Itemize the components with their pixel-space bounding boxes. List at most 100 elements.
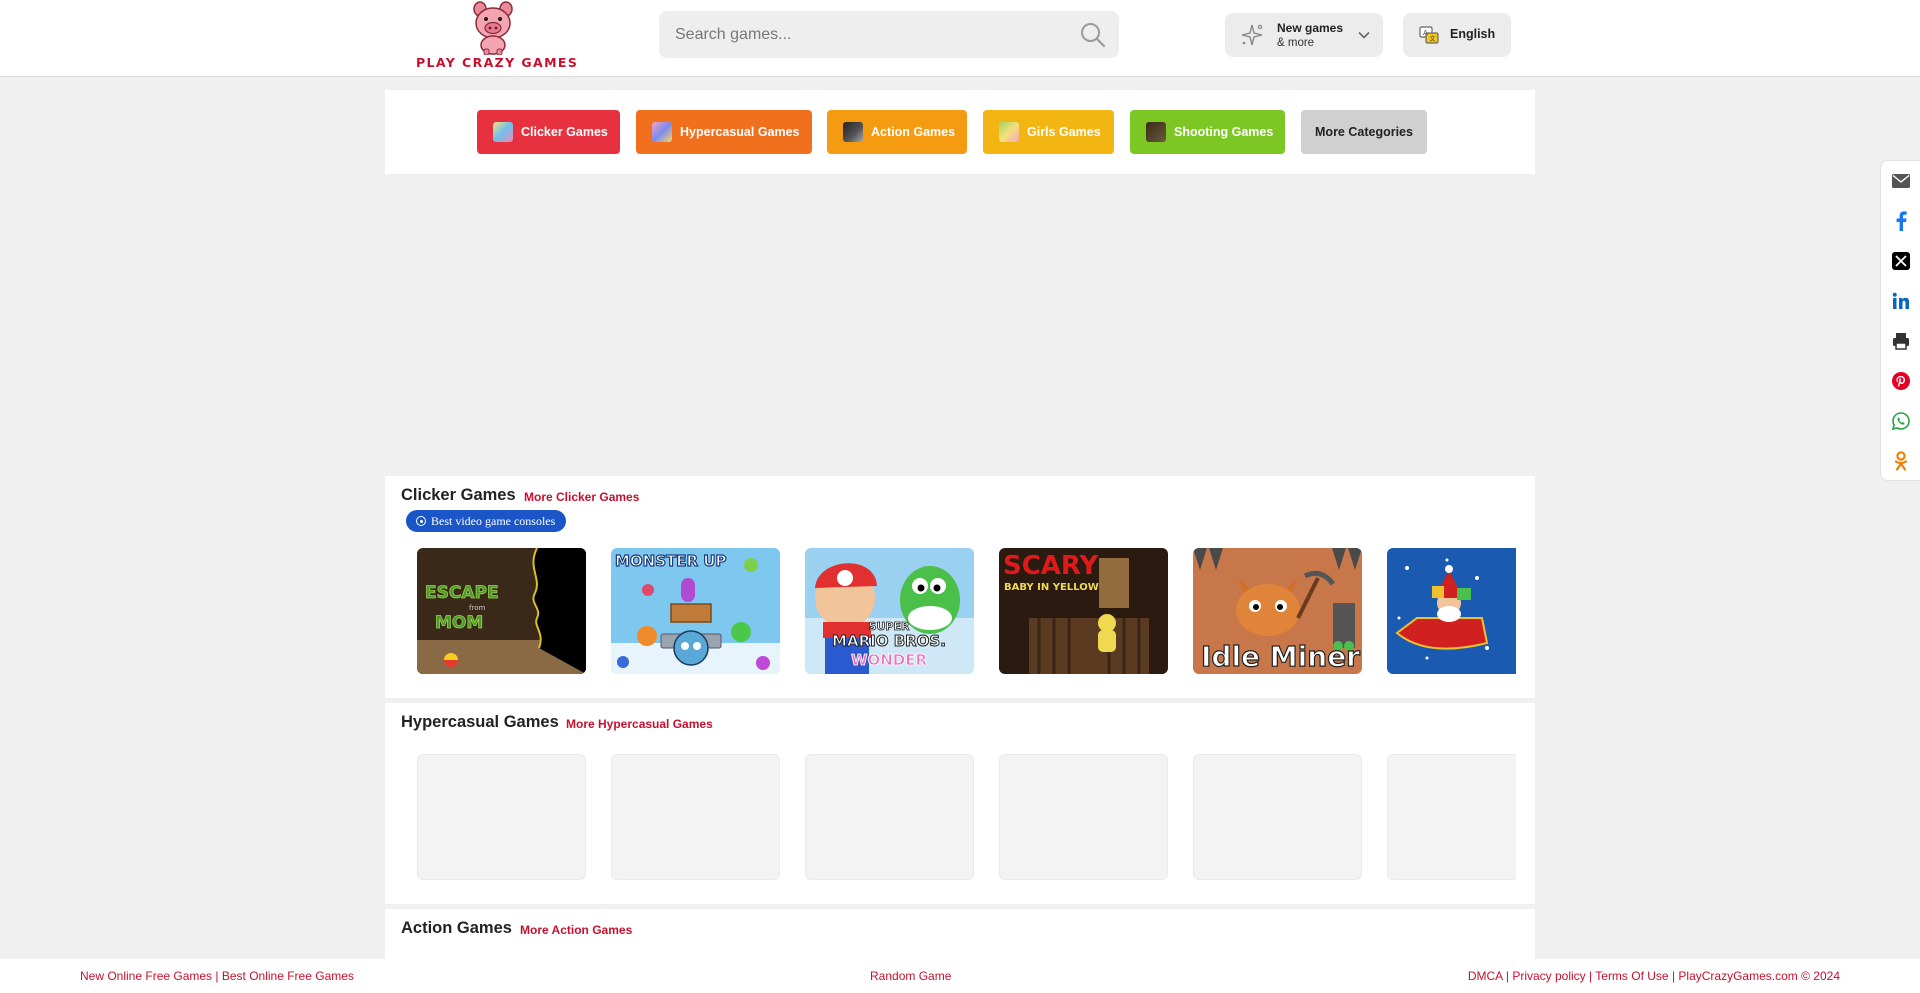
category-label: Clicker Games [521, 125, 608, 139]
game-thumb-super-mario-wonder[interactable]: SUPER MARIO BROS. WONDER [805, 548, 974, 674]
search-box [659, 11, 1119, 58]
category-action-games[interactable]: Action Games [827, 110, 967, 154]
chevron-down-icon [1358, 31, 1370, 39]
footer-separator: | [1589, 969, 1593, 983]
translate-icon: A 文 [1419, 26, 1439, 44]
game-thumb-santa-sleigh[interactable] [1387, 548, 1516, 674]
share-pinterest-button[interactable] [1881, 361, 1920, 401]
print-icon [1893, 333, 1909, 350]
category-label: Shooting Games [1174, 125, 1274, 139]
section-hypercasual-games: Hypercasual Games More Hypercasual Games [385, 703, 1535, 904]
more-hypercasual-games-link[interactable]: More Hypercasual Games [566, 717, 713, 731]
site-header: PLAY CRAZY GAMES New games & more A 文 En… [0, 0, 1920, 77]
game-carousel [417, 754, 1516, 880]
footer-separator: | [1505, 969, 1509, 983]
more-clicker-games-link[interactable]: More Clicker Games [524, 490, 639, 504]
category-bar: Clicker Games Hypercasual Games Action G… [385, 90, 1535, 174]
dmca-link[interactable]: DMCA [1468, 969, 1503, 983]
section-clicker-games: Clicker Games More Clicker Games Best vi… [385, 476, 1535, 698]
mario-text-2: MARIO BROS. [832, 632, 946, 650]
ad-link-pill[interactable]: Best video game consoles [406, 510, 567, 532]
search-input[interactable] [659, 11, 1059, 58]
ad-target-icon [416, 516, 426, 526]
new-online-free-games-link[interactable]: New Online Free Games [80, 969, 212, 983]
footer-separator: | [215, 969, 219, 983]
copyright-link[interactable]: PlayCrazyGames.com © 2024 [1678, 969, 1840, 983]
pinterest-icon [1892, 372, 1910, 390]
action-category-icon [843, 122, 863, 142]
more-action-games-link[interactable]: More Action Games [520, 923, 632, 937]
whatsapp-icon [1892, 412, 1910, 430]
game-thumb-placeholder[interactable] [805, 754, 974, 880]
svg-text:A: A [1423, 29, 1428, 37]
footer-right-links: DMCA | Privacy policy | Terms Of Use | P… [1468, 969, 1840, 983]
category-label: Hypercasual Games [680, 125, 800, 139]
section-title: Clicker Games [401, 486, 516, 504]
shooting-category-icon [1146, 122, 1166, 142]
idle-miner-text: Idle Miner [1201, 640, 1360, 673]
game-thumb-placeholder[interactable] [1193, 754, 1362, 880]
hypercasual-category-icon [652, 122, 672, 142]
category-clicker-games[interactable]: Clicker Games [477, 110, 620, 154]
svg-text:文: 文 [1430, 35, 1436, 43]
site-logo[interactable]: PLAY CRAZY GAMES [416, 1, 579, 73]
share-x-button[interactable] [1881, 241, 1920, 281]
share-facebook-button[interactable] [1881, 201, 1920, 241]
scary-text-1: SCARY [1003, 551, 1100, 581]
santa-sleigh-thumb [1387, 548, 1516, 674]
footer-middle: Random Game [870, 969, 951, 983]
ad-pill-label: Best video game consoles [431, 514, 556, 528]
category-more-categories[interactable]: More Categories [1301, 110, 1427, 154]
game-thumb-escape-mom[interactable]: ESCAPE from MOM [417, 548, 586, 674]
mario-text-3: WONDER [851, 651, 928, 669]
idle-miner-thumb: Idle Miner [1193, 548, 1362, 674]
random-game-link[interactable]: Random Game [870, 969, 951, 983]
share-linkedin-button[interactable] [1881, 281, 1920, 321]
language-label: English [1450, 27, 1496, 41]
share-bar [1880, 160, 1920, 481]
share-whatsapp-button[interactable] [1881, 401, 1920, 441]
sparkle-icon [1241, 24, 1263, 46]
section-title: Action Games [401, 919, 512, 937]
escape-mom-thumb: ESCAPE from MOM [417, 548, 586, 674]
privacy-policy-link[interactable]: Privacy policy [1512, 969, 1585, 983]
game-thumb-placeholder[interactable] [611, 754, 780, 880]
monster-up-text: MONSTER UP [615, 552, 726, 570]
escape-mom-text-3: MOM [435, 613, 483, 633]
footer-left-links: New Online Free Games | Best Online Free… [80, 969, 354, 983]
scary-text-2: BABY IN YELLOW [1004, 582, 1099, 593]
language-selector[interactable]: A 文 English [1403, 13, 1511, 57]
best-online-free-games-link[interactable]: Best Online Free Games [222, 969, 354, 983]
scary-baby-yellow-thumb: SCARY BABY IN YELLOW [999, 548, 1168, 674]
escape-mom-text-2: from [469, 604, 485, 612]
game-thumb-placeholder[interactable] [417, 754, 586, 880]
game-thumb-placeholder[interactable] [1387, 754, 1516, 880]
girls-category-icon [999, 122, 1019, 142]
escape-mom-text-1: ESCAPE [425, 583, 499, 603]
super-mario-wonder-thumb: SUPER MARIO BROS. WONDER [805, 548, 974, 674]
game-thumb-placeholder[interactable] [999, 754, 1168, 880]
linkedin-icon [1892, 292, 1909, 309]
new-games-dropdown[interactable]: New games & more [1225, 13, 1383, 57]
logo-text: PLAY CRAZY GAMES [416, 55, 579, 70]
share-email-button[interactable] [1881, 161, 1920, 201]
email-icon [1892, 174, 1910, 188]
facebook-icon [1896, 211, 1907, 231]
category-label: Girls Games [1027, 125, 1101, 139]
category-shooting-games[interactable]: Shooting Games [1130, 110, 1285, 154]
game-thumb-monster-up[interactable]: MONSTER UP [611, 548, 780, 674]
terms-of-use-link[interactable]: Terms Of Use [1595, 969, 1668, 983]
category-hypercasual-games[interactable]: Hypercasual Games [636, 110, 812, 154]
footer-separator: | [1671, 969, 1676, 983]
search-icon[interactable] [1079, 21, 1107, 49]
game-carousel: ESCAPE from MOM MONSTER UP SUPER MARIO B… [417, 548, 1516, 674]
category-girls-games[interactable]: Girls Games [983, 110, 1114, 154]
pig-logo-icon [473, 1, 513, 55]
share-print-button[interactable] [1881, 321, 1920, 361]
site-footer: New Online Free Games | Best Online Free… [0, 959, 1920, 993]
clicker-category-icon [493, 122, 513, 142]
game-thumb-scary-baby-yellow[interactable]: SCARY BABY IN YELLOW [999, 548, 1168, 674]
monster-up-thumb: MONSTER UP [611, 548, 780, 674]
share-odnoklassniki-button[interactable] [1881, 441, 1920, 481]
game-thumb-idle-miner[interactable]: Idle Miner [1193, 548, 1362, 674]
